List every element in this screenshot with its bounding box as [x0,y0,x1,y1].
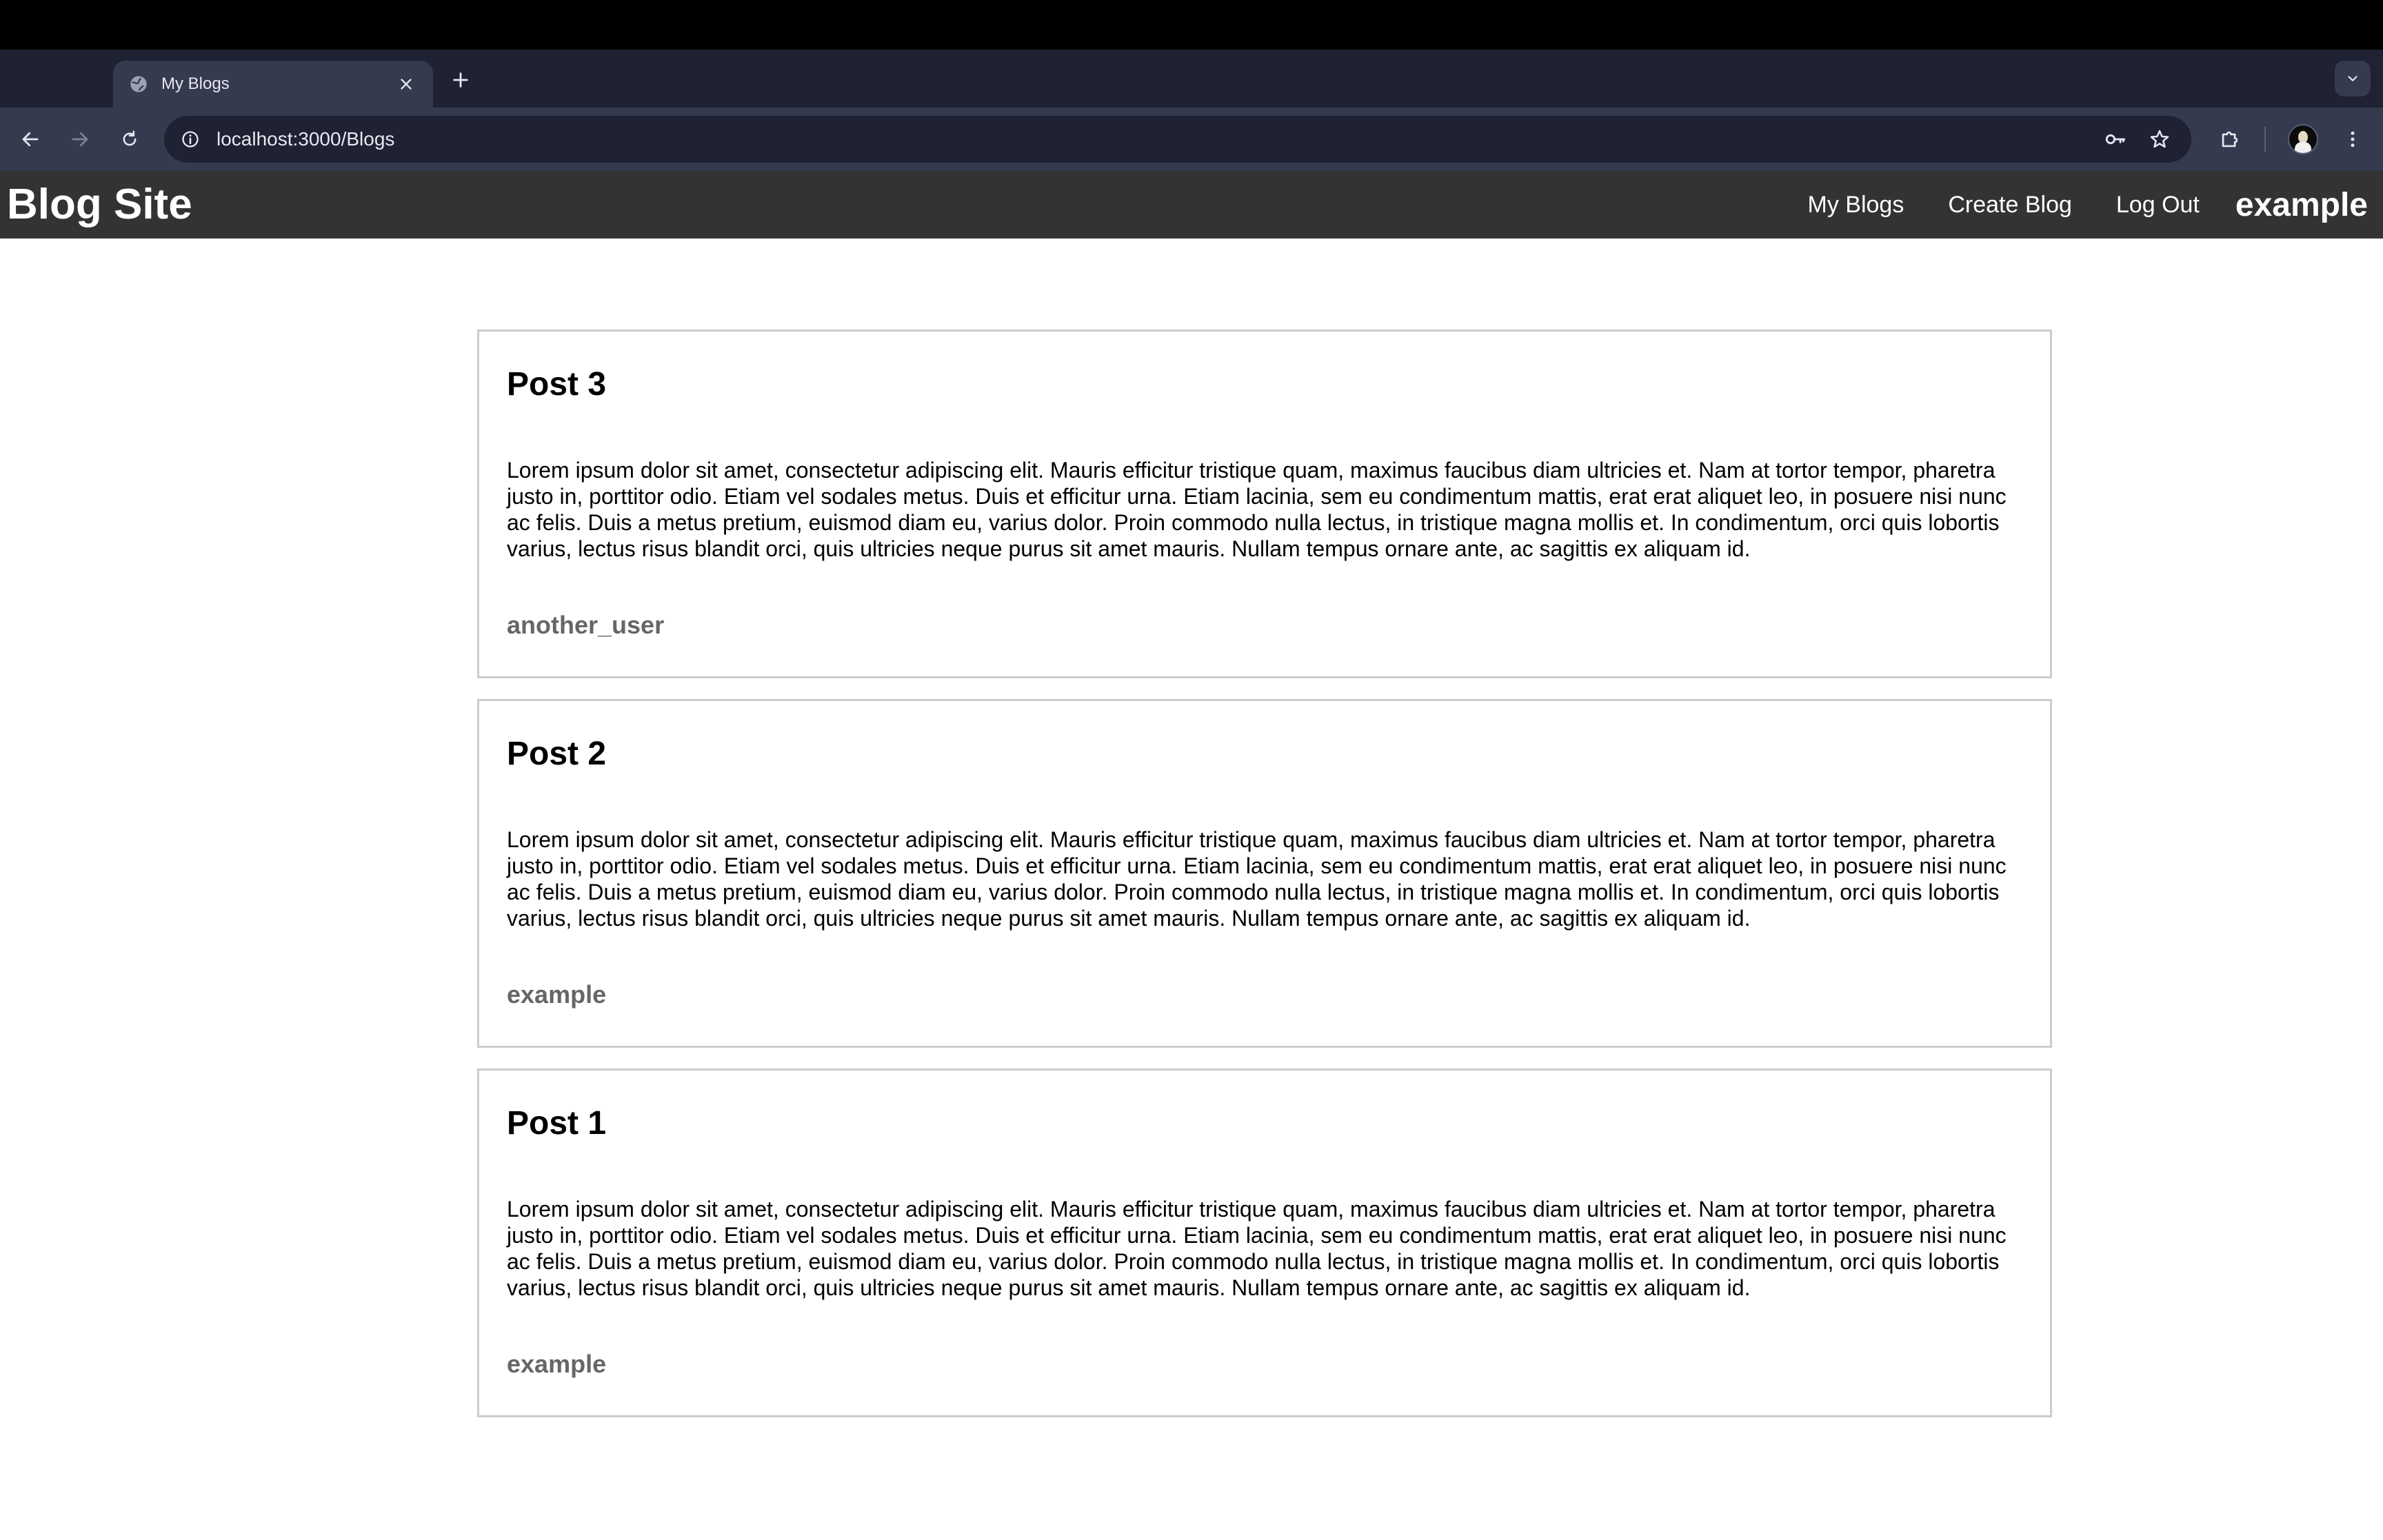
url-text[interactable]: localhost:3000/Blogs [217,125,394,153]
post-author: example [507,980,607,1009]
post-author: example [507,1350,607,1378]
post-body: Lorem ipsum dolor sit amet, consectetur … [507,1197,2007,1300]
post-card: Post 3 Lorem ipsum dolor sit amet, conse… [477,330,2052,678]
post-title: Post 1 [507,1105,607,1142]
forward-arrow-icon[interactable] [63,123,97,156]
post-body: Lorem ipsum dolor sit amet, consectetur … [507,827,2007,931]
star-icon[interactable] [2144,124,2175,154]
close-icon[interactable] [394,72,418,96]
post-card: Post 2 Lorem ipsum dolor sit amet, conse… [477,699,2052,1048]
kebab-menu-icon[interactable] [2337,124,2368,154]
browser-tab[interactable]: My Blogs [113,61,433,108]
nav-link-create-blog[interactable]: Create Blog [1948,192,2072,219]
reload-icon[interactable] [113,123,146,156]
toolbar-divider [2264,127,2266,152]
puzzle-icon[interactable] [2215,124,2245,154]
system-top-bar [0,0,2383,50]
avatar[interactable] [2288,124,2318,154]
post-author: another_user [507,611,665,639]
info-icon[interactable] [178,127,203,152]
nav-link-log-out[interactable]: Log Out [2116,192,2200,219]
globe-icon [128,74,149,94]
key-icon[interactable] [2100,124,2131,154]
plus-icon[interactable] [447,66,474,94]
post-title: Post 2 [507,736,607,772]
avatar-body [2295,142,2311,153]
nav-username: example [2235,186,2368,223]
post-card: Post 1 Lorem ipsum dolor sit amet, conse… [477,1068,2052,1417]
chevron-down-icon[interactable] [2335,61,2371,97]
post-list: Post 3 Lorem ipsum dolor sit amet, conse… [477,330,2052,1438]
post-title: Post 3 [507,366,607,403]
site-brand[interactable]: Blog Site [7,178,192,232]
back-arrow-icon[interactable] [14,123,47,156]
tab-title: My Blogs [161,74,230,93]
nav-link-my-blogs[interactable]: My Blogs [1808,192,1904,219]
address-bar[interactable] [164,116,2191,163]
site-nav-links: My Blogs Create Blog Log Out example [1764,178,2368,232]
post-body: Lorem ipsum dolor sit amet, consectetur … [507,458,2007,561]
